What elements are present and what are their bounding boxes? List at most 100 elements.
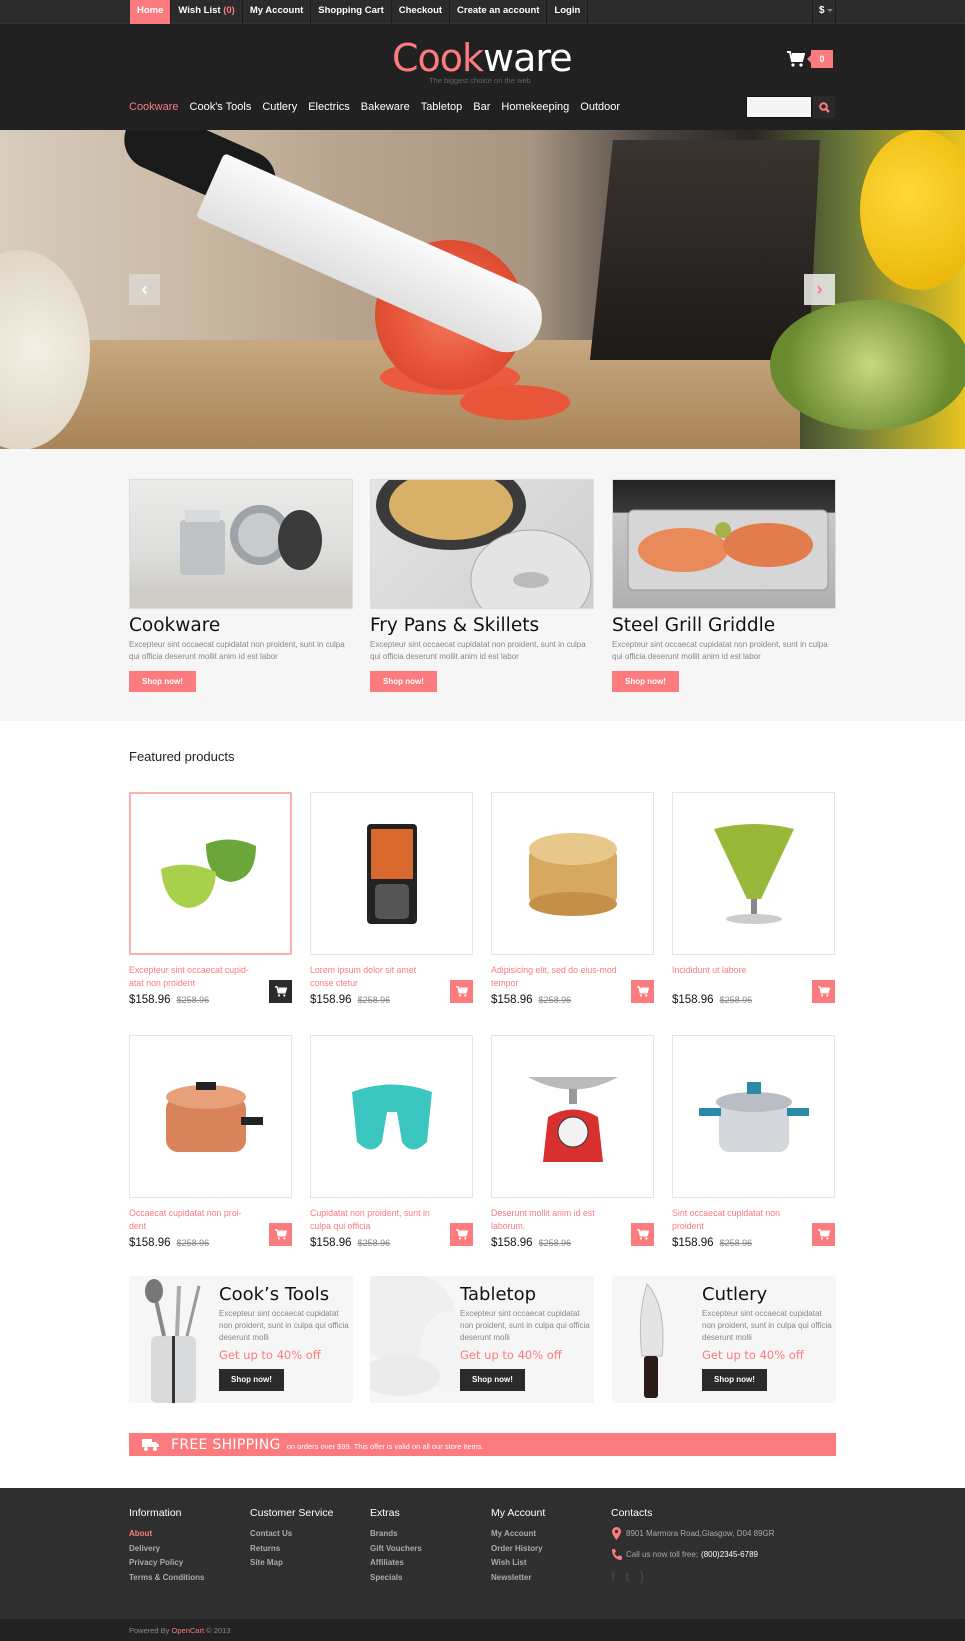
top-link-checkout[interactable]: Checkout xyxy=(392,0,451,24)
chevron-left-icon: ‹ xyxy=(141,279,148,299)
add-to-cart-button[interactable] xyxy=(450,980,473,1003)
category-image-fry-pans[interactable] xyxy=(370,479,594,609)
footer-link[interactable]: Site Map xyxy=(250,1556,333,1571)
shop-now-button[interactable]: Shop now! xyxy=(219,1369,284,1391)
product-name[interactable]: Excepteur sint occaecat cupid-atat non p… xyxy=(129,964,257,990)
nav-bakeware[interactable]: Bakeware xyxy=(361,101,410,113)
nav-electrics[interactable]: Electrics xyxy=(308,101,350,113)
footer-link[interactable]: Terms & Conditions xyxy=(129,1571,204,1586)
category-title[interactable]: Cookware xyxy=(129,615,353,637)
product-name[interactable]: Incididunt ut labore xyxy=(672,964,800,990)
footer-link[interactable]: Newsletter xyxy=(491,1571,545,1586)
add-to-cart-button[interactable] xyxy=(450,1223,473,1246)
add-to-cart-button[interactable] xyxy=(269,980,292,1003)
slider-prev-button[interactable]: ‹ xyxy=(129,274,160,305)
product-image[interactable] xyxy=(672,1035,835,1198)
footer-link[interactable]: Specials xyxy=(370,1571,422,1586)
product-image[interactable] xyxy=(672,792,835,955)
wish-list-count: (0) xyxy=(223,5,235,16)
nav-tabletop[interactable]: Tabletop xyxy=(421,101,463,113)
product-image[interactable] xyxy=(491,792,654,955)
product-name[interactable]: Occaecat cupidatat non proi-dent xyxy=(129,1207,257,1233)
header: Cookware The biggest choice on the web 0… xyxy=(0,24,965,130)
shop-now-button[interactable]: Shop now! xyxy=(460,1369,525,1391)
price-old: $258.96 xyxy=(538,1238,572,1248)
nav-cutlery[interactable]: Cutlery xyxy=(262,101,297,113)
footer-link[interactable]: Affiliates xyxy=(370,1556,422,1571)
search-input[interactable] xyxy=(746,96,812,118)
price-current: $158.96 xyxy=(491,1237,533,1249)
footer-link[interactable]: Order History xyxy=(491,1542,545,1557)
product-name[interactable]: Lorem ipsum dolor sit amet conse ctetur xyxy=(310,964,438,990)
top-link-home[interactable]: Home xyxy=(130,0,172,24)
slider-next-button[interactable]: › xyxy=(804,274,835,305)
promo-description: Excepteur sint occaecat cupidatat non pr… xyxy=(460,1309,590,1342)
facebook-icon[interactable]: f xyxy=(611,1569,615,1584)
add-to-cart-button[interactable] xyxy=(631,980,654,1003)
pots-illustration xyxy=(130,505,352,608)
footer-link[interactable]: About xyxy=(129,1527,204,1542)
cart-button[interactable]: 0 xyxy=(787,50,833,68)
shop-now-button[interactable]: Shop now! xyxy=(129,671,196,692)
nav-cooks-tools[interactable]: Cook's Tools xyxy=(190,101,252,113)
price-current: $158.96 xyxy=(310,994,352,1006)
cart-icon xyxy=(636,986,649,997)
phone-number[interactable]: (800)2345-6789 xyxy=(701,1550,758,1559)
footer-link[interactable]: Contact Us xyxy=(250,1527,333,1542)
cart-icon xyxy=(455,986,468,997)
product-card: Cupidatat non proident, sunt in culpa qu… xyxy=(310,1035,473,1249)
promo-title[interactable]: Cook’s Tools xyxy=(219,1284,349,1306)
product-name[interactable]: Sint occaecat cupidatat non proident xyxy=(672,1207,800,1233)
footer-link[interactable]: Returns xyxy=(250,1542,333,1557)
category-image-grill-griddle[interactable] xyxy=(612,479,836,609)
promo-title[interactable]: Cutlery xyxy=(702,1284,832,1306)
grill-illustration xyxy=(627,509,829,591)
footer-link[interactable]: Wish List xyxy=(491,1556,545,1571)
cart-icon xyxy=(817,1229,830,1240)
product-image[interactable] xyxy=(129,792,292,955)
powered-by: Powered By OpenCart © 2013 xyxy=(129,1626,230,1635)
footer-link[interactable]: Gift Vouchers xyxy=(370,1542,422,1557)
nav-bar[interactable]: Bar xyxy=(473,101,490,113)
rss-icon[interactable]: ) xyxy=(640,1569,644,1584)
footer-link[interactable]: Brands xyxy=(370,1527,422,1542)
add-to-cart-button[interactable] xyxy=(269,1223,292,1246)
nav-homekeeping[interactable]: Homekeeping xyxy=(501,101,569,113)
promo-title[interactable]: Tabletop xyxy=(460,1284,590,1306)
footer-link[interactable]: Delivery xyxy=(129,1542,204,1557)
product-image[interactable] xyxy=(491,1035,654,1198)
top-link-my-account[interactable]: My Account xyxy=(243,0,312,24)
logo[interactable]: Cookware xyxy=(392,36,573,80)
product-image[interactable] xyxy=(310,792,473,955)
footer-link[interactable]: My Account xyxy=(491,1527,545,1542)
add-to-cart-button[interactable] xyxy=(812,980,835,1003)
product-card: Excepteur sint occaecat cupid-atat non p… xyxy=(129,792,292,1006)
footer-link[interactable]: Privacy Policy xyxy=(129,1556,204,1571)
opencart-link[interactable]: OpenCart xyxy=(172,1626,205,1635)
nav-cookware[interactable]: Cookware xyxy=(129,101,179,113)
top-link-create-account[interactable]: Create an account xyxy=(450,0,548,24)
category-image-cookware[interactable] xyxy=(129,479,353,609)
shop-now-button[interactable]: Shop now! xyxy=(702,1369,767,1391)
search-button[interactable] xyxy=(813,96,835,118)
add-to-cart-button[interactable] xyxy=(812,1223,835,1246)
twitter-icon[interactable]: t xyxy=(625,1569,629,1584)
shop-now-button[interactable]: Shop now! xyxy=(370,671,437,692)
top-links: Home Wish List (0) My Account Shopping C… xyxy=(130,0,589,24)
shop-now-button[interactable]: Shop now! xyxy=(612,671,679,692)
product-image[interactable] xyxy=(129,1035,292,1198)
top-link-login[interactable]: Login xyxy=(547,0,589,24)
top-link-wish-list[interactable]: Wish List (0) xyxy=(171,0,243,24)
product-name[interactable]: Deserunt mollit anim id est laborum. xyxy=(491,1207,619,1233)
add-to-cart-button[interactable] xyxy=(631,1223,654,1246)
product-name[interactable]: Adipisicing elit, sed do eius-mod tempor xyxy=(491,964,619,990)
nav-outdoor[interactable]: Outdoor xyxy=(580,101,620,113)
currency-selector[interactable]: $ xyxy=(812,0,836,24)
product-name[interactable]: Cupidatat non proident, sunt in culpa qu… xyxy=(310,1207,438,1233)
category-title[interactable]: Fry Pans & Skillets xyxy=(370,615,594,637)
product-image[interactable] xyxy=(310,1035,473,1198)
category-card: Steel Grill Griddle Excepteur sint occae… xyxy=(612,479,836,692)
product-card: Deserunt mollit anim id est laborum. $15… xyxy=(491,1035,654,1249)
category-title[interactable]: Steel Grill Griddle xyxy=(612,615,836,637)
top-link-shopping-cart[interactable]: Shopping Cart xyxy=(311,0,392,24)
